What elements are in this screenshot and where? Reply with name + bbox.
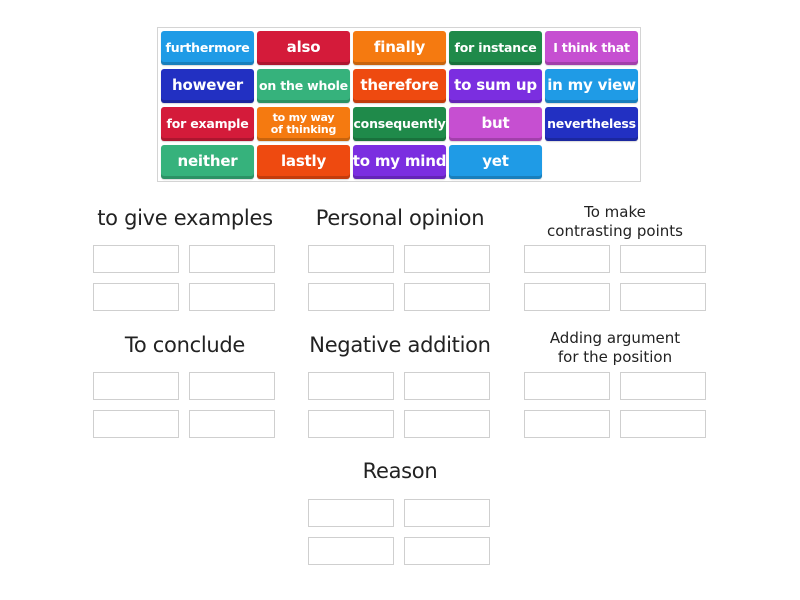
drop-slot[interactable] bbox=[189, 372, 275, 400]
word-tile-yet[interactable]: yet bbox=[449, 145, 542, 179]
group-title-reason: Reason bbox=[362, 459, 438, 483]
group-title-adding-argument: Adding argument for the position bbox=[515, 329, 715, 367]
drop-slot[interactable] bbox=[308, 537, 394, 565]
drop-slot[interactable] bbox=[404, 245, 490, 273]
word-tile-to-sum-up[interactable]: to sum up bbox=[449, 69, 542, 103]
drop-slot[interactable] bbox=[524, 283, 610, 311]
group-title-personal-opinion: Personal opinion bbox=[315, 206, 485, 230]
group-title-line: contrasting points bbox=[547, 222, 683, 240]
group-title-line: Adding argument bbox=[549, 329, 681, 347]
word-tile-on-the-whole[interactable]: on the whole bbox=[257, 69, 350, 103]
word-tile-i-think-that[interactable]: I think that bbox=[545, 31, 638, 65]
drop-slot[interactable] bbox=[308, 283, 394, 311]
group-title-to-conclude: To conclude bbox=[124, 333, 246, 357]
drop-slot[interactable] bbox=[93, 283, 179, 311]
drop-slot[interactable] bbox=[189, 410, 275, 438]
group-title-line: To make bbox=[584, 203, 646, 221]
word-tile-nevertheless[interactable]: nevertheless bbox=[545, 107, 638, 141]
drop-slot[interactable] bbox=[404, 283, 490, 311]
drop-slot[interactable] bbox=[620, 245, 706, 273]
word-tile-but[interactable]: but bbox=[449, 107, 542, 141]
drop-slot[interactable] bbox=[404, 499, 490, 527]
word-tile-furthermore[interactable]: furthermore bbox=[161, 31, 254, 65]
drop-slot[interactable] bbox=[620, 410, 706, 438]
word-tile-tray: furthermore also finally for instance I thin… bbox=[157, 27, 641, 182]
drop-slot[interactable] bbox=[93, 410, 179, 438]
drop-slot[interactable] bbox=[189, 245, 275, 273]
word-tile-to-my-way-of-thinking[interactable]: to my way of thinking bbox=[257, 107, 350, 141]
word-tile-to-my-mind[interactable]: to my mind bbox=[353, 145, 446, 179]
group-title-to-give-examples: to give examples bbox=[97, 206, 273, 230]
group-title-line: for the position bbox=[557, 348, 673, 366]
word-tile-finally[interactable]: finally bbox=[353, 31, 446, 65]
word-tile-for-example[interactable]: for example bbox=[161, 107, 254, 141]
drop-slot[interactable] bbox=[93, 372, 179, 400]
drop-slot[interactable] bbox=[308, 245, 394, 273]
drop-slot[interactable] bbox=[620, 372, 706, 400]
word-tile-however[interactable]: however bbox=[161, 69, 254, 103]
drop-slot[interactable] bbox=[93, 245, 179, 273]
drop-slot[interactable] bbox=[308, 372, 394, 400]
drop-slot[interactable] bbox=[404, 410, 490, 438]
word-tile-neither[interactable]: neither bbox=[161, 145, 254, 179]
group-title-negative-addition: Negative addition bbox=[309, 333, 491, 357]
word-tile-consequently[interactable]: consequently bbox=[353, 107, 446, 141]
word-tile-in-my-view[interactable]: in my view bbox=[545, 69, 638, 103]
word-tile-therefore[interactable]: therefore bbox=[353, 69, 446, 103]
word-tile-for-instance[interactable]: for instance bbox=[449, 31, 542, 65]
drop-slot[interactable] bbox=[308, 499, 394, 527]
drop-slot[interactable] bbox=[404, 372, 490, 400]
drop-slot[interactable] bbox=[189, 283, 275, 311]
word-tile-lastly[interactable]: lastly bbox=[257, 145, 350, 179]
drop-slot[interactable] bbox=[404, 537, 490, 565]
drop-slot[interactable] bbox=[308, 410, 394, 438]
word-tile-also[interactable]: also bbox=[257, 31, 350, 65]
group-title-contrasting-points: To make contrasting points bbox=[515, 203, 715, 241]
drop-slot[interactable] bbox=[620, 283, 706, 311]
drop-slot[interactable] bbox=[524, 410, 610, 438]
drop-slot[interactable] bbox=[524, 245, 610, 273]
drop-slot[interactable] bbox=[524, 372, 610, 400]
